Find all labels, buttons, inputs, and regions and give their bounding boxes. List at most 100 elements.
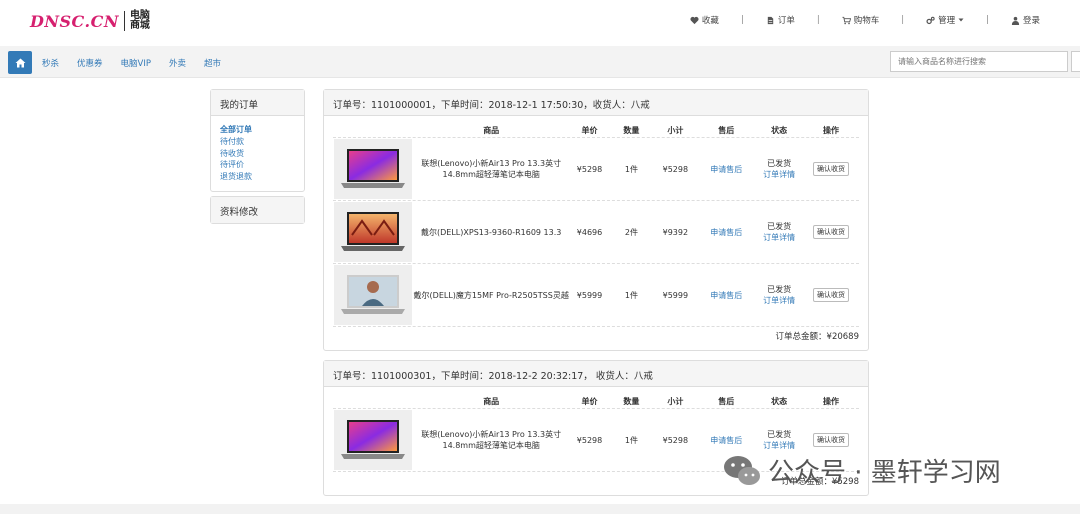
search-input[interactable]	[890, 51, 1068, 72]
nav-link-coupons[interactable]: 优惠券	[77, 57, 103, 69]
nav-link-seckill[interactable]: 秒杀	[42, 57, 59, 69]
site-logo[interactable]: DNSC.CN 电脑商城	[30, 11, 152, 31]
order-detail-link[interactable]: 订单详情	[763, 295, 795, 306]
product-image[interactable]	[333, 410, 412, 470]
home-icon	[15, 58, 25, 67]
order-item-row: 戴尔(DELL)XPS13-9360-R1609 13.3 ¥4696 2件 ¥…	[333, 201, 859, 264]
col-qty: 数量	[623, 397, 640, 406]
logo-divider	[123, 11, 125, 31]
nav-orders-label: 订单	[777, 16, 795, 26]
order-detail-link[interactable]: 订单详情	[763, 232, 795, 243]
nav-login-label: 登录	[1022, 16, 1040, 26]
after-sale-link[interactable]: 申请售后	[697, 227, 755, 238]
col-price: 单价	[581, 397, 598, 406]
order-card: 订单号：1101000001，下单时间：2018-12-1 17:50:30，收…	[323, 89, 869, 351]
col-price: 单价	[581, 126, 598, 135]
profile-panel: 资料修改	[210, 195, 305, 224]
nav-link-vip[interactable]: 电脑VIP	[121, 57, 151, 69]
nav-login[interactable]: 登录	[1011, 14, 1040, 26]
col-subtotal: 小计	[667, 126, 684, 135]
category-links: 秒杀 优惠券 电脑VIP 外卖 超市	[42, 57, 221, 69]
my-orders-panel: 我的订单 全部订单 待付款 待收货 待评价 退货退款	[210, 89, 305, 192]
quantity: 1件	[624, 164, 638, 174]
product-name[interactable]: 戴尔(DELL)魔方15MF Pro-R2505TSS灵越	[413, 290, 570, 301]
order-item-row: 戴尔(DELL)魔方15MF Pro-R2505TSS灵越 ¥5999 1件 ¥…	[333, 264, 859, 327]
watermark: 公众号 · 墨轩学习网	[722, 452, 1001, 489]
sidebar-item-pending-review[interactable]: 待评价	[220, 159, 295, 171]
nav-separator: |	[816, 15, 820, 25]
account-sidebar: 我的订单 全部订单 待付款 待收货 待评价 退货退款 资料修改	[210, 89, 305, 228]
product-name[interactable]: 联想(Lenovo)小新Air13 Pro 13.3英寸14.8mm超轻薄笔记本…	[413, 429, 570, 451]
product-image[interactable]	[333, 139, 412, 199]
status-text: 已发货	[767, 159, 792, 168]
col-action: 操作	[823, 397, 840, 406]
nav-link-supermarket[interactable]: 超市	[204, 57, 221, 69]
unit-price: ¥5298	[576, 435, 603, 445]
order-total: 订单总金额：¥20689	[775, 332, 859, 342]
nav-favorites[interactable]: 收藏	[690, 14, 719, 26]
user-icon	[1011, 16, 1020, 25]
subtotal: ¥5298	[662, 164, 689, 174]
sidebar-item-pending-receipt[interactable]: 待收货	[220, 148, 295, 160]
order-header: 订单号：1101000001，下单时间：2018-12-1 17:50:30，收…	[324, 90, 868, 116]
order-item-row: 联想(Lenovo)小新Air13 Pro 13.3英寸14.8mm超轻薄笔记本…	[333, 138, 859, 201]
after-sale-link[interactable]: 申请售后	[697, 435, 755, 446]
nav-separator: |	[901, 15, 905, 25]
search-button[interactable]	[1071, 51, 1080, 72]
subtotal: ¥5298	[662, 435, 689, 445]
nav-manage-label: 管理	[938, 16, 956, 26]
top-nav: 收藏 | 订单 | 购物车 | 管理 | 登录	[690, 14, 1040, 26]
sidebar-item-pending-payment[interactable]: 待付款	[220, 136, 295, 148]
subtotal: ¥5999	[662, 290, 689, 300]
status-text: 已发货	[767, 222, 792, 231]
unit-price: ¥5999	[576, 290, 603, 300]
gears-icon	[926, 16, 935, 24]
nav-orders[interactable]: 订单	[766, 14, 795, 26]
nav-separator: |	[740, 15, 744, 25]
confirm-receipt-button[interactable]: 确认收货	[813, 225, 850, 239]
nav-favorites-label: 收藏	[701, 16, 719, 26]
confirm-receipt-button[interactable]: 确认收货	[813, 433, 850, 447]
my-orders-title: 我的订单	[211, 90, 304, 116]
nav-manage-dropdown[interactable]: 管理	[926, 14, 964, 26]
quantity: 1件	[624, 290, 638, 300]
logo-text: DNSC.CN	[30, 11, 119, 31]
nav-cart[interactable]: 购物车	[842, 14, 879, 26]
file-icon	[767, 16, 774, 24]
logo-cn-text: 电脑商城	[129, 10, 150, 31]
col-product: 商品	[483, 126, 500, 135]
order-body: 商品 单价 数量 小计 售后 状态 操作 联想(Lenovo)小新Air13 P…	[324, 116, 868, 350]
confirm-receipt-button[interactable]: 确认收货	[813, 288, 850, 302]
home-button[interactable]	[8, 51, 32, 74]
sidebar-item-profile-edit[interactable]: 资料修改	[211, 196, 304, 223]
quantity: 1件	[624, 435, 638, 445]
order-table-header: 商品 单价 数量 小计 售后 状态 操作	[333, 124, 859, 138]
footer-strip	[0, 504, 1080, 514]
product-name[interactable]: 戴尔(DELL)XPS13-9360-R1609 13.3	[413, 227, 570, 238]
confirm-receipt-button[interactable]: 确认收货	[813, 162, 850, 176]
product-image[interactable]	[333, 202, 412, 262]
subtotal: ¥9392	[662, 227, 689, 237]
order-filter-list: 全部订单 待付款 待收货 待评价 退货退款	[211, 116, 304, 191]
order-header: 订单号：1101000301，下单时间：2018-12-2 20:32:17， …	[324, 361, 868, 387]
col-product: 商品	[483, 397, 500, 406]
sidebar-item-returns[interactable]: 退货退款	[220, 171, 295, 183]
after-sale-link[interactable]: 申请售后	[697, 164, 755, 175]
col-status: 状态	[771, 397, 788, 406]
after-sale-link[interactable]: 申请售后	[697, 290, 755, 301]
status-cell: 已发货 订单详情	[755, 221, 803, 243]
product-name[interactable]: 联想(Lenovo)小新Air13 Pro 13.3英寸14.8mm超轻薄笔记本…	[413, 158, 570, 180]
product-image[interactable]	[333, 265, 412, 325]
nav-link-takeout[interactable]: 外卖	[169, 57, 186, 69]
order-detail-link[interactable]: 订单详情	[763, 169, 795, 180]
col-status: 状态	[771, 126, 788, 135]
status-cell: 已发货 订单详情	[755, 429, 803, 451]
order-detail-link[interactable]: 订单详情	[763, 440, 795, 451]
unit-price: ¥4696	[576, 227, 603, 237]
sidebar-item-all-orders[interactable]: 全部订单	[220, 124, 295, 136]
order-table-header: 商品 单价 数量 小计 售后 状态 操作	[333, 395, 859, 409]
category-navbar: 秒杀 优惠券 电脑VIP 外卖 超市	[0, 46, 1080, 78]
top-bar: DNSC.CN 电脑商城 收藏 | 订单 | 购物车 | 管理 | 登录	[0, 0, 1080, 46]
col-action: 操作	[823, 126, 840, 135]
col-subtotal: 小计	[667, 397, 684, 406]
